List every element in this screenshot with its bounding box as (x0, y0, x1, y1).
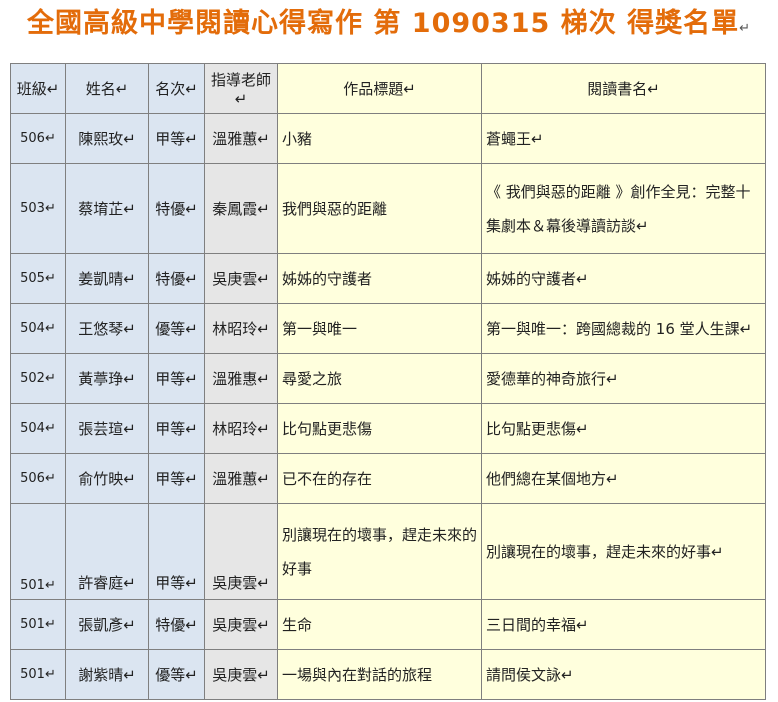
cell-book-title: 三日間的幸福↵ (481, 599, 766, 650)
cell-class: 501↵ (10, 503, 66, 600)
cell-name: 陳熙玫↵ (65, 113, 149, 164)
cell-work-title: 我們與惡的距離 (277, 163, 482, 254)
header-teacher: 指導老師↵ (204, 63, 278, 114)
cell-book-title: 別讓現在的壞事，趕走未來的好事↵ (481, 503, 766, 600)
cell-name: 謝紫晴↵ (65, 649, 149, 700)
cell-rank: 甲等↵ (148, 403, 205, 454)
cell-work-title: 別讓現在的壞事，趕走未來的好事 (277, 503, 482, 600)
cell-name: 蔡堉芷↵ (65, 163, 149, 254)
cell-class: 503↵ (10, 163, 66, 254)
cell-book-title: 姊姊的守護者↵ (481, 253, 766, 304)
cell-rank: 特優↵ (148, 599, 205, 650)
cell-teacher: 吳庚雲↵ (204, 599, 278, 650)
cell-teacher: 吳庚雲↵ (204, 649, 278, 700)
table-row: 504↵ 王悠琴↵ 優等↵ 林昭玲↵ 第一與唯一 第一與唯一：跨國總裁的 16 … (10, 303, 766, 354)
cell-work-title: 比句點更悲傷 (277, 403, 482, 454)
cell-name: 俞竹映↵ (65, 453, 149, 504)
cell-work-title: 尋愛之旅 (277, 353, 482, 404)
cell-rank: 特優↵ (148, 253, 205, 304)
cell-class: 501↵ (10, 599, 66, 650)
cell-work-title: 第一與唯一 (277, 303, 482, 354)
cell-name: 黃葶琤↵ (65, 353, 149, 404)
cell-rank: 優等↵ (148, 303, 205, 354)
cell-teacher: 溫雅蕙↵ (204, 113, 278, 164)
paragraph-mark: ↵ (739, 21, 751, 36)
cell-class: 504↵ (10, 403, 66, 454)
cell-class: 502↵ (10, 353, 66, 404)
cell-teacher: 吳庚雲↵ (204, 253, 278, 304)
award-list-table: 班級↵ 姓名↵ 名次↵ 指導老師↵ 作品標題↵ 閱讀書名↵ 506↵ 陳熙玫↵ … (10, 63, 766, 700)
cell-book-title: 《 我們與惡的距離 》創作全見：完整十集劇本＆幕後導讀訪談↵ (481, 163, 766, 254)
cell-rank: 優等↵ (148, 649, 205, 700)
cell-rank: 甲等↵ (148, 503, 205, 600)
cell-book-title: 請問侯文詠↵ (481, 649, 766, 700)
cell-work-title: 已不在的存在 (277, 453, 482, 504)
cell-class: 501↵ (10, 649, 66, 700)
cell-teacher: 溫雅蕙↵ (204, 453, 278, 504)
cell-rank: 甲等↵ (148, 113, 205, 164)
cell-teacher: 林昭玲↵ (204, 403, 278, 454)
header-name: 姓名↵ (65, 63, 149, 114)
table-row: 502↵ 黃葶琤↵ 甲等↵ 溫雅惠↵ 尋愛之旅 愛德華的神奇旅行↵ (10, 353, 766, 404)
cell-teacher: 吳庚雲↵ (204, 503, 278, 600)
cell-name: 張凱彥↵ (65, 599, 149, 650)
cell-book-title: 第一與唯一：跨國總裁的 16 堂人生課↵ (481, 303, 766, 354)
cell-class: 505↵ (10, 253, 66, 304)
cell-name: 許睿庭↵ (65, 503, 149, 600)
page-title: 全國高級中學閱讀心得寫作 第 1090315 梯次 得獎名單↵ (26, 8, 751, 39)
header-book-title: 閱讀書名↵ (481, 63, 766, 114)
table-row: 506↵ 俞竹映↵ 甲等↵ 溫雅蕙↵ 已不在的存在 他們總在某個地方↵ (10, 453, 766, 504)
header-class: 班級↵ (10, 63, 66, 114)
cell-class: 504↵ (10, 303, 66, 354)
table-row: 505↵ 姜凱晴↵ 特優↵ 吳庚雲↵ 姊姊的守護者 姊姊的守護者↵ (10, 253, 766, 304)
table-row: 504↵ 張芸瑄↵ 甲等↵ 林昭玲↵ 比句點更悲傷 比句點更悲傷↵ (10, 403, 766, 454)
cell-work-title: 小豬 (277, 113, 482, 164)
table-row: 503↵ 蔡堉芷↵ 特優↵ 秦鳳霞↵ 我們與惡的距離 《 我們與惡的距離 》創作… (10, 163, 766, 254)
cell-book-title: 蒼蠅王↵ (481, 113, 766, 164)
table-row: 501↵ 許睿庭↵ 甲等↵ 吳庚雲↵ 別讓現在的壞事，趕走未來的好事 別讓現在的… (10, 503, 766, 600)
cell-work-title: 一場與內在對話的旅程 (277, 649, 482, 700)
cell-work-title: 姊姊的守護者 (277, 253, 482, 304)
cell-teacher: 秦鳳霞↵ (204, 163, 278, 254)
table-row: 506↵ 陳熙玫↵ 甲等↵ 溫雅蕙↵ 小豬 蒼蠅王↵ (10, 113, 766, 164)
cell-work-title: 生命 (277, 599, 482, 650)
cell-rank: 甲等↵ (148, 353, 205, 404)
cell-teacher: 林昭玲↵ (204, 303, 278, 354)
cell-book-title: 比句點更悲傷↵ (481, 403, 766, 454)
cell-book-title: 愛德華的神奇旅行↵ (481, 353, 766, 404)
cell-rank: 特優↵ (148, 163, 205, 254)
header-work-title: 作品標題↵ (277, 63, 482, 114)
table-row: 501↵ 謝紫晴↵ 優等↵ 吳庚雲↵ 一場與內在對話的旅程 請問侯文詠↵ (10, 649, 766, 700)
cell-class: 506↵ (10, 113, 66, 164)
table-row: 501↵ 張凱彥↵ 特優↵ 吳庚雲↵ 生命 三日間的幸福↵ (10, 599, 766, 650)
cell-teacher: 溫雅惠↵ (204, 353, 278, 404)
cell-name: 姜凱晴↵ (65, 253, 149, 304)
cell-rank: 甲等↵ (148, 453, 205, 504)
table-header-row: 班級↵ 姓名↵ 名次↵ 指導老師↵ 作品標題↵ 閱讀書名↵ (10, 63, 766, 114)
cell-class: 506↵ (10, 453, 66, 504)
cell-name: 王悠琴↵ (65, 303, 149, 354)
cell-name: 張芸瑄↵ (65, 403, 149, 454)
header-rank: 名次↵ (148, 63, 205, 114)
cell-book-title: 他們總在某個地方↵ (481, 453, 766, 504)
